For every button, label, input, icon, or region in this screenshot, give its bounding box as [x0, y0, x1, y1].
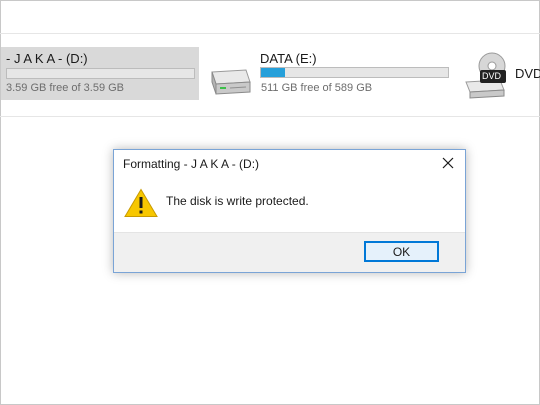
dvd-drive-icon[interactable]: DVD [462, 52, 512, 105]
dialog-title: Formatting - J A K A - (D:) [123, 157, 260, 171]
drive-label[interactable]: DATA (E:) [260, 51, 317, 66]
drive-label: - J A K A - (D:) [6, 51, 88, 66]
hard-drive-icon[interactable] [208, 66, 252, 105]
dvd-badge: DVD [482, 71, 502, 81]
drive-free-space: 3.59 GB free of 3.59 GB [6, 82, 125, 94]
ok-button[interactable]: OK [364, 241, 439, 262]
dialog-message: The disk is write protected. [166, 194, 309, 208]
divider [0, 33, 540, 34]
divider [0, 116, 540, 117]
close-button[interactable] [435, 152, 461, 174]
close-icon [442, 157, 454, 169]
drive-item-d[interactable]: - J A K A - (D:) 3.59 GB free of 3.59 GB [1, 47, 199, 100]
drive-usage-bar [6, 68, 195, 79]
drive-usage-fill [261, 68, 286, 77]
drive-usage-bar [260, 67, 449, 78]
drive-label[interactable]: DVD [515, 66, 540, 81]
error-dialog: Formatting - J A K A - (D:) The disk is … [113, 149, 466, 273]
warning-icon [124, 188, 158, 223]
dialog-footer: OK [114, 232, 465, 272]
drive-free-space: 511 GB free of 589 GB [261, 82, 373, 94]
